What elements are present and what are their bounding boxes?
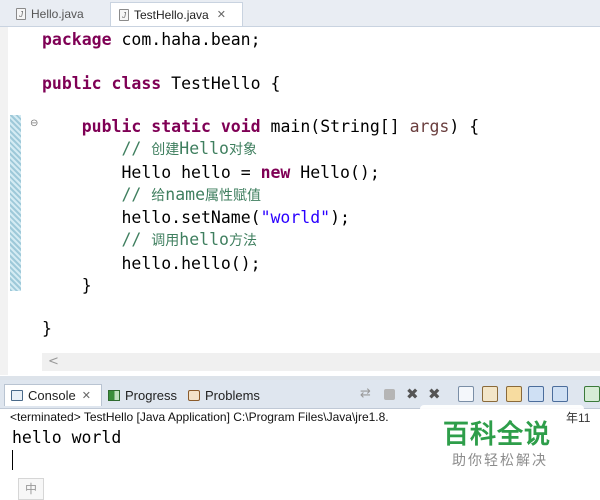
console-icon <box>11 390 23 401</box>
java-file-icon: J <box>119 8 129 21</box>
fold-collapse-icon[interactable]: ⊖ <box>30 119 38 129</box>
close-icon[interactable]: ✕ <box>82 389 91 402</box>
remove-all-terminated-icon[interactable]: ✖ <box>428 386 444 402</box>
line-close-class: } <box>42 319 52 339</box>
problems-icon <box>188 389 200 401</box>
tab-problems[interactable]: Problems <box>188 384 260 406</box>
java-file-icon: J <box>16 8 26 20</box>
word-wrap-icon[interactable] <box>482 386 498 402</box>
watermark-subtitle: 助你轻松解决 <box>452 453 548 469</box>
tab-hello-java[interactable]: J Hello.java <box>0 2 108 26</box>
tab-testhello-java[interactable]: J TestHello.java ✕ <box>110 2 243 26</box>
comment-set-name: // 给name属性赋值 <box>121 184 262 204</box>
show-console-icon[interactable] <box>506 386 522 402</box>
new-console-icon[interactable] <box>584 386 600 402</box>
watermark-title: 百科全说 <box>443 420 552 450</box>
tab-console[interactable]: Console ✕ <box>4 384 102 406</box>
text-caret <box>12 450 13 470</box>
close-icon[interactable]: ✕ <box>217 8 226 21</box>
scroll-left-icon[interactable]: < <box>48 354 59 369</box>
display-selected-console-icon[interactable] <box>528 386 544 402</box>
quick-diff-change-bar <box>10 115 21 291</box>
line-main: public static void main(String[] args) { <box>81 117 480 137</box>
line-call-hello: hello.hello(); <box>121 253 261 273</box>
remove-launch-icon[interactable]: ✖ <box>406 386 422 402</box>
tab-label: Progress <box>125 387 178 403</box>
line-set-name: hello.setName("world"); <box>121 208 350 228</box>
open-console-icon[interactable] <box>552 386 568 402</box>
ime-indicator[interactable]: 中 <box>18 478 44 500</box>
scroll-lock-icon[interactable] <box>458 386 474 402</box>
pin-icon[interactable]: ⇄ <box>360 386 376 402</box>
tab-progress[interactable]: Progress <box>108 384 177 406</box>
editor-tab-bar: J Hello.java J TestHello.java ✕ <box>0 0 600 27</box>
editor-ruler <box>0 27 8 375</box>
tab-label: TestHello.java <box>134 7 209 22</box>
line-new-hello: Hello hello = new Hello(); <box>121 162 380 182</box>
tab-label: Hello.java <box>31 7 84 21</box>
tab-label: Problems <box>205 387 260 403</box>
line-close-method: } <box>81 275 92 295</box>
console-status-cutoff: 年11 <box>566 411 591 425</box>
tab-label: Console <box>28 388 76 403</box>
terminate-icon[interactable] <box>384 389 395 400</box>
line-package: package com.haha.bean; <box>42 30 261 49</box>
console-status-line: <terminated> TestHello [Java Application… <box>10 410 389 424</box>
line-class: public class TestHello { <box>42 73 281 93</box>
comment-create-object: // 创建Hello对象 <box>121 138 257 158</box>
console-output[interactable]: hello world <box>12 428 121 447</box>
comment-call-method: // 调用hello方法 <box>121 230 257 250</box>
horizontal-scrollbar[interactable]: < <box>42 353 600 371</box>
source-code[interactable]: package com.haha.bean; public class Test… <box>42 29 479 340</box>
code-editor[interactable]: ⊖ package com.haha.bean; public class Te… <box>0 27 600 375</box>
progress-icon <box>108 389 120 401</box>
